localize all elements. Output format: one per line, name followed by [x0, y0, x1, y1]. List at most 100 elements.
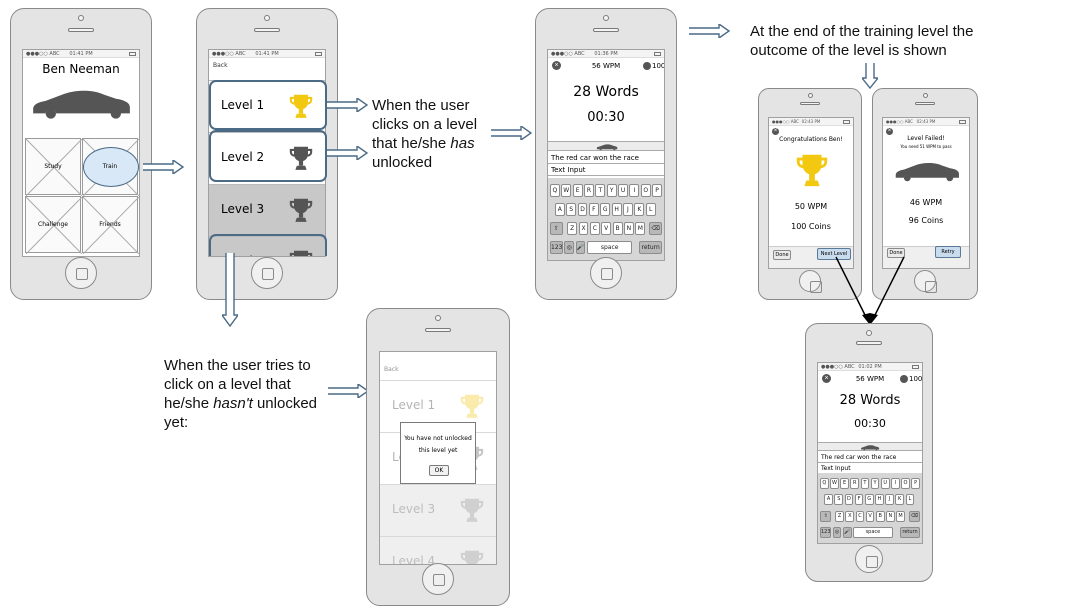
- clock-label: 01:41 PM: [255, 51, 279, 57]
- key-k[interactable]: K: [634, 203, 645, 216]
- level-label: Level 3: [392, 502, 436, 516]
- level-item-3[interactable]: Level 3: [380, 484, 496, 536]
- key-f[interactable]: F: [854, 494, 864, 506]
- key-n[interactable]: N: [886, 510, 895, 522]
- home-button[interactable]: [65, 257, 97, 289]
- success-wpm: 50 WPM: [794, 202, 828, 211]
- key-s[interactable]: S: [834, 494, 844, 506]
- key-a[interactable]: A: [824, 494, 833, 506]
- globe-key[interactable]: ◎: [832, 526, 842, 538]
- globe-key[interactable]: ◎: [564, 241, 575, 254]
- back-button[interactable]: Back: [213, 62, 228, 69]
- backspace-key[interactable]: ⌫: [649, 222, 662, 235]
- numbers-key[interactable]: 123: [550, 241, 563, 254]
- ok-button[interactable]: OK: [429, 465, 449, 476]
- key-z[interactable]: Z: [835, 510, 844, 522]
- key-e[interactable]: E: [572, 184, 583, 197]
- shift-key[interactable]: ⇧: [550, 222, 563, 235]
- menu-friends[interactable]: Friends: [82, 196, 139, 254]
- key-p[interactable]: P: [652, 184, 662, 197]
- key-r[interactable]: R: [850, 478, 860, 490]
- microphone-key[interactable]: 🎤: [575, 241, 586, 254]
- back-button[interactable]: Back: [384, 366, 399, 373]
- key-a[interactable]: A: [554, 203, 565, 216]
- level-label: Level 3: [221, 202, 265, 216]
- return-key[interactable]: return: [639, 241, 662, 254]
- key-j[interactable]: J: [885, 494, 894, 506]
- space-key[interactable]: space: [853, 526, 893, 538]
- key-c[interactable]: C: [855, 510, 865, 522]
- key-w[interactable]: W: [830, 478, 839, 490]
- microphone-key[interactable]: 🎤: [842, 526, 852, 538]
- key-v[interactable]: V: [601, 222, 612, 235]
- close-icon[interactable]: ×: [772, 128, 779, 135]
- backspace-key[interactable]: ⌫: [908, 510, 920, 522]
- key-p[interactable]: P: [911, 478, 920, 490]
- level-item-4[interactable]: Level 4: [380, 536, 496, 565]
- key-d[interactable]: D: [577, 203, 588, 216]
- key-i[interactable]: I: [629, 184, 640, 197]
- key-q[interactable]: Q: [820, 478, 829, 490]
- key-b[interactable]: B: [875, 510, 885, 522]
- speaker-slot: [593, 28, 619, 32]
- key-i[interactable]: I: [891, 478, 900, 490]
- key-g[interactable]: G: [600, 203, 611, 216]
- clock-label: 01:36 PM: [594, 51, 618, 57]
- key-l[interactable]: L: [645, 203, 656, 216]
- key-s[interactable]: S: [566, 203, 577, 216]
- key-r[interactable]: R: [584, 184, 594, 197]
- flow-arrow-right: [328, 384, 368, 398]
- speaker-slot: [425, 328, 451, 332]
- key-e[interactable]: E: [840, 478, 849, 490]
- key-n[interactable]: N: [624, 222, 634, 235]
- menu-study[interactable]: Study: [25, 138, 82, 196]
- numbers-key[interactable]: 123: [820, 526, 832, 538]
- key-d[interactable]: D: [844, 494, 854, 506]
- key-q[interactable]: Q: [550, 184, 560, 197]
- level-item-3[interactable]: Level 3: [209, 184, 325, 236]
- key-h[interactable]: H: [611, 203, 622, 216]
- clock-label: 02:43 PM: [801, 119, 821, 124]
- key-g[interactable]: G: [864, 494, 874, 506]
- key-v[interactable]: V: [865, 510, 875, 522]
- return-key[interactable]: return: [900, 526, 920, 538]
- close-icon[interactable]: ×: [886, 128, 893, 135]
- home-button[interactable]: [251, 257, 283, 289]
- key-w[interactable]: W: [561, 184, 572, 197]
- key-k[interactable]: K: [895, 494, 905, 506]
- key-y[interactable]: Y: [870, 478, 880, 490]
- key-h[interactable]: H: [875, 494, 884, 506]
- key-m[interactable]: M: [896, 510, 905, 522]
- annotation-emphasis: has: [450, 135, 475, 152]
- home-button[interactable]: [799, 270, 822, 293]
- shift-key[interactable]: ⇧: [820, 510, 832, 522]
- trophy-dark-icon: [458, 546, 486, 565]
- done-button[interactable]: Done: [773, 250, 791, 260]
- key-t[interactable]: T: [595, 184, 606, 197]
- key-f[interactable]: F: [588, 203, 599, 216]
- text-input[interactable]: Text Input: [548, 164, 664, 176]
- fail-title: Level Failed!: [907, 135, 945, 142]
- key-z[interactable]: Z: [567, 222, 578, 235]
- key-l[interactable]: L: [905, 494, 915, 506]
- key-x[interactable]: X: [578, 222, 589, 235]
- keyboard: Q W E R T Y U I O P A S D F G H J K L ⇧ Z X C V B N M ⌫ 123 ◎ 🎤 space re…: [548, 178, 664, 260]
- key-m[interactable]: M: [635, 222, 646, 235]
- key-t[interactable]: T: [860, 478, 870, 490]
- key-o[interactable]: O: [901, 478, 910, 490]
- space-key[interactable]: space: [587, 241, 633, 254]
- menu-challenge[interactable]: Challenge: [25, 196, 82, 254]
- dialog-line: You have not unlocked: [404, 435, 472, 442]
- home-button[interactable]: [855, 545, 883, 573]
- key-c[interactable]: C: [589, 222, 600, 235]
- key-x[interactable]: X: [845, 510, 855, 522]
- key-b[interactable]: B: [612, 222, 623, 235]
- home-button[interactable]: [422, 563, 454, 595]
- coin-count: 100: [652, 62, 665, 70]
- key-j[interactable]: J: [623, 203, 633, 216]
- key-u[interactable]: U: [618, 184, 628, 197]
- home-button[interactable]: [590, 257, 622, 289]
- key-o[interactable]: O: [640, 184, 651, 197]
- key-y[interactable]: Y: [606, 184, 617, 197]
- key-u[interactable]: U: [880, 478, 890, 490]
